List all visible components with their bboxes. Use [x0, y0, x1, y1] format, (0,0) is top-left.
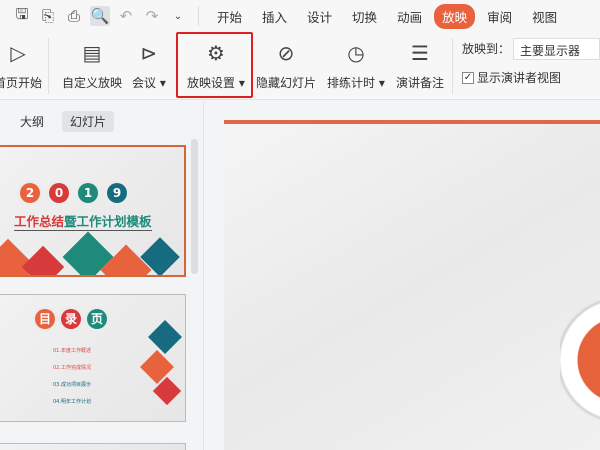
- slide-title: 工作总结暨工作计划模板: [14, 211, 152, 231]
- tab-outline[interactable]: 大纲: [12, 111, 52, 132]
- export-icon[interactable]: ⎘: [38, 6, 58, 26]
- timer-icon: ◷: [347, 41, 365, 65]
- meeting-button[interactable]: ⊳ 会议 ▾: [132, 38, 166, 91]
- toc-item: 04.明年工作计划: [53, 399, 91, 405]
- checkbox-icon: ✓: [462, 71, 474, 84]
- title-bar: 🖫 ⎘ ⎙ 🔍 ↶ ↷ ⌄ 开始 插入 设计 切换 动画 放映 审阅 视图: [0, 0, 600, 32]
- slide-thumbnail-1[interactable]: 2 0 1 9 工作总结暨工作计划模板: [0, 145, 186, 277]
- slide-circle-decoration: [560, 300, 600, 430]
- tab-view[interactable]: 视图: [524, 4, 565, 29]
- digit: 2: [20, 183, 40, 203]
- toc-circle: 目: [35, 309, 55, 329]
- toc-item: 03.成功项目展示: [53, 382, 91, 388]
- tab-insert[interactable]: 插入: [254, 4, 295, 29]
- show-to-select[interactable]: 主要显示器: [513, 38, 600, 60]
- from-start-button[interactable]: ▷ 首页开始: [0, 38, 42, 91]
- preview-icon[interactable]: 🔍: [90, 6, 110, 26]
- digit: 9: [107, 183, 127, 203]
- slide-canvas[interactable]: [224, 120, 600, 450]
- play-icon: ▷: [10, 41, 26, 65]
- tab-design[interactable]: 设计: [299, 4, 340, 29]
- video-icon: ⊳: [140, 41, 158, 65]
- scrollbar[interactable]: [191, 139, 198, 274]
- hide-slide-button[interactable]: ⊘ 隐藏幻灯片: [256, 38, 316, 91]
- slides-panel: 大纲 幻灯片 2 0 1 9 工作总结暨工作计划模板 目 录 页 01.年度工作…: [0, 101, 204, 450]
- save-icon[interactable]: 🖫: [12, 5, 32, 26]
- hide-slide-icon: ⊘: [277, 41, 295, 65]
- rehearse-button[interactable]: ◷ 排练计时 ▾: [327, 38, 385, 91]
- undo-icon[interactable]: ↶: [116, 6, 136, 26]
- show-to-label: 放映到：: [462, 42, 511, 56]
- digit: 0: [49, 183, 69, 203]
- presenter-view-checkbox[interactable]: ✓ 显示演讲者视图: [462, 69, 561, 86]
- custom-show-button[interactable]: ▤ 自定义放映: [62, 38, 122, 91]
- toc-item: 02.工作完成情况: [53, 365, 91, 371]
- customize-icon[interactable]: ⌄: [168, 6, 188, 26]
- custom-show-icon: ▤: [82, 41, 102, 65]
- toc-circle: 页: [87, 309, 107, 329]
- tab-transitions[interactable]: 切换: [344, 4, 385, 29]
- tab-slides[interactable]: 幻灯片: [62, 111, 115, 132]
- toc-circle: 录: [61, 309, 81, 329]
- tab-slideshow[interactable]: 放映: [434, 3, 476, 29]
- slide-thumbnail-3[interactable]: [0, 443, 186, 450]
- slide-thumbnail-2[interactable]: 目 录 页 01.年度工作概述 02.工作完成情况 03.成功项目展示 04.明…: [0, 294, 186, 422]
- presenter-icon: ☰: [411, 41, 429, 65]
- speaker-notes-button[interactable]: ☰ 演讲备注: [396, 38, 444, 91]
- tab-review[interactable]: 审阅: [479, 4, 520, 29]
- highlight-box: [176, 32, 253, 98]
- tab-home[interactable]: 开始: [209, 4, 250, 29]
- digit: 1: [78, 183, 98, 203]
- tab-animation[interactable]: 动画: [389, 4, 430, 29]
- toc-item: 01.年度工作概述: [53, 348, 91, 354]
- print-icon[interactable]: ⎙: [64, 6, 84, 26]
- redo-icon[interactable]: ↷: [142, 6, 162, 26]
